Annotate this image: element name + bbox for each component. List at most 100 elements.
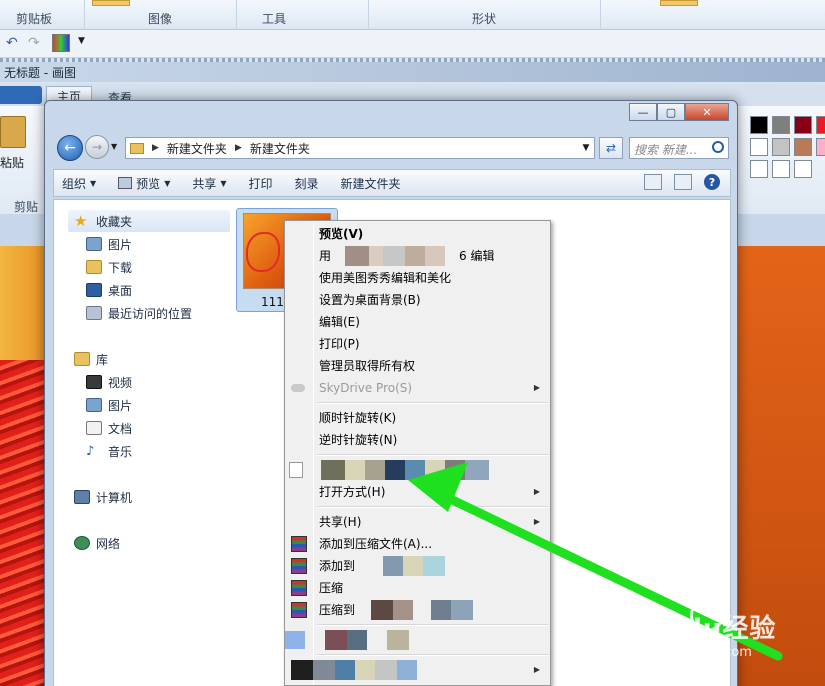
menu-item-compress-to[interactable]: 压缩到 bbox=[285, 599, 550, 621]
swatch-white[interactable] bbox=[750, 138, 768, 156]
swatch-empty-3[interactable] bbox=[794, 160, 812, 178]
search-input[interactable]: 搜索 新建... bbox=[629, 137, 729, 159]
paste-label[interactable]: 粘贴 bbox=[0, 154, 24, 171]
menu-item-open-with-app[interactable]: 用 6 编辑 bbox=[285, 245, 550, 267]
search-placeholder: 搜索 新建... bbox=[634, 143, 698, 157]
organize-button[interactable]: 组织 ▼ bbox=[62, 175, 96, 192]
nav-fav-pictures[interactable]: 图片 bbox=[86, 233, 132, 255]
address-row: ← → ▼ ▶ 新建文件夹 ▶ 新建文件夹 ▼ ⇄ 搜索 新建... bbox=[53, 131, 731, 165]
menu-item-edit[interactable]: 编辑(E) bbox=[285, 311, 550, 333]
menu-item-rotate-ccw[interactable]: 逆时针旋转(N) bbox=[285, 429, 550, 451]
add-to-label: 添加到 bbox=[319, 559, 356, 573]
menu-item-open-with[interactable]: 打开方式(H) ▶ bbox=[285, 481, 550, 503]
forward-icon[interactable]: → bbox=[85, 135, 109, 159]
close-button[interactable]: ✕ bbox=[685, 103, 729, 121]
burn-button[interactable]: 刻录 bbox=[295, 175, 319, 192]
blurred-text bbox=[291, 660, 417, 680]
new-folder-button[interactable]: 新建文件夹 bbox=[341, 175, 401, 192]
history-dropdown-icon[interactable]: ▼ bbox=[111, 142, 117, 151]
swatch-empty-1[interactable] bbox=[750, 160, 768, 178]
documents-icon bbox=[86, 421, 102, 435]
command-bar: 组织 ▼ 预览 ▼ 共享 ▼ 打印 刻录 新建文件夹 ? bbox=[53, 169, 731, 197]
paint-file-button[interactable] bbox=[0, 86, 42, 104]
swatch-red[interactable] bbox=[816, 116, 825, 134]
menu-item-share[interactable]: 共享(H) ▶ bbox=[285, 511, 550, 533]
address-dropdown-icon[interactable]: ▼ bbox=[577, 137, 595, 159]
nav-documents[interactable]: 文档 bbox=[86, 417, 132, 439]
print-button[interactable]: 打印 bbox=[249, 175, 273, 192]
nav-recent[interactable]: 最近访问的位置 bbox=[86, 302, 192, 324]
qat-dropdown-icon[interactable]: ▼ bbox=[78, 36, 85, 46]
share-button[interactable]: 共享 ▼ bbox=[192, 175, 226, 192]
submenu-arrow-icon: ▶ bbox=[533, 665, 540, 674]
skydrive-label: SkyDrive Pro(S) bbox=[319, 381, 413, 395]
winrar-icon bbox=[291, 580, 307, 596]
color-palette bbox=[748, 114, 825, 180]
libraries-icon bbox=[74, 352, 90, 366]
nav-favorites[interactable]: ★ 收藏夹 bbox=[68, 210, 230, 232]
compress-label: 压缩 bbox=[319, 581, 344, 595]
desktop-icon bbox=[86, 283, 102, 297]
breadcrumb-item-2[interactable]: 新建文件夹 bbox=[250, 140, 310, 157]
menu-item-add-archive[interactable]: 添加到压缩文件(A)... bbox=[285, 533, 550, 555]
nav-music[interactable]: ♪ 音乐 bbox=[86, 440, 132, 462]
menu-item-meitu[interactable]: 使用美图秀秀编辑和美化 bbox=[285, 267, 550, 289]
breadcrumb-separator-icon[interactable]: ▶ bbox=[152, 143, 159, 153]
swatch-darkred[interactable] bbox=[794, 116, 812, 134]
nav-videos[interactable]: 视频 bbox=[86, 371, 132, 393]
ribbon-group-tools: 工具 bbox=[262, 12, 287, 26]
menu-item-redacted-2[interactable] bbox=[285, 629, 550, 651]
menu-item-preview[interactable]: 预览(V) bbox=[285, 223, 550, 245]
undo-icon[interactable]: ↶ bbox=[6, 35, 18, 51]
menu-item-redacted-1[interactable] bbox=[285, 459, 550, 481]
open-with-app-prefix: 用 bbox=[319, 249, 332, 263]
paint-window-title: 无标题 - 画图 bbox=[4, 66, 76, 80]
nav-network[interactable]: 网络 bbox=[74, 532, 120, 554]
ribbon-highlight-2 bbox=[660, 0, 698, 6]
menu-item-redacted-3[interactable]: ▶ bbox=[285, 659, 550, 681]
swatch-lightgray[interactable] bbox=[772, 138, 790, 156]
preview-icon bbox=[118, 177, 133, 189]
winrar-icon bbox=[291, 558, 307, 574]
minimize-button[interactable]: — bbox=[629, 103, 657, 121]
paste-icon[interactable] bbox=[0, 116, 26, 148]
back-icon[interactable]: ← bbox=[57, 135, 83, 161]
swatch-pink[interactable] bbox=[816, 138, 825, 156]
swatch-black[interactable] bbox=[750, 116, 768, 134]
search-icon[interactable] bbox=[712, 141, 724, 153]
paint-ribbon-groups: 剪贴板 图像 工具 形状 bbox=[0, 0, 825, 30]
breadcrumb-separator-icon[interactable]: ▶ bbox=[235, 143, 242, 153]
color-icon[interactable] bbox=[52, 34, 70, 52]
nav-desktop[interactable]: 桌面 bbox=[86, 279, 132, 301]
menu-item-skydrive[interactable]: SkyDrive Pro(S) ▶ bbox=[285, 377, 550, 399]
nav-downloads[interactable]: 下载 bbox=[86, 256, 132, 278]
view-options-icon[interactable] bbox=[644, 174, 662, 190]
preview-pane-icon[interactable] bbox=[674, 174, 692, 190]
context-menu: 预览(V) 用 6 编辑 使用美图秀秀编辑和美化 设置为桌面背景(B) 编辑(E… bbox=[284, 220, 551, 686]
menu-item-add-to[interactable]: 添加到 bbox=[285, 555, 550, 577]
maximize-button[interactable]: ▢ bbox=[657, 103, 685, 121]
swatch-empty-2[interactable] bbox=[772, 160, 790, 178]
nav-lib-pictures-label: 图片 bbox=[108, 398, 133, 413]
refresh-icon[interactable]: ⇄ bbox=[599, 137, 623, 159]
redo-icon[interactable]: ↷ bbox=[28, 35, 40, 51]
menu-item-take-ownership[interactable]: 管理员取得所有权 bbox=[285, 355, 550, 377]
nav-computer[interactable]: 计算机 bbox=[74, 486, 132, 508]
breadcrumb-item-1[interactable]: 新建文件夹 bbox=[167, 140, 227, 157]
star-icon: ★ bbox=[74, 212, 88, 230]
swatch-gray[interactable] bbox=[772, 116, 790, 134]
menu-item-set-wallpaper[interactable]: 设置为桌面背景(B) bbox=[285, 289, 550, 311]
address-bar[interactable]: ▶ 新建文件夹 ▶ 新建文件夹 bbox=[125, 137, 595, 159]
menu-item-print[interactable]: 打印(P) bbox=[285, 333, 550, 355]
nav-libraries[interactable]: 库 bbox=[74, 348, 108, 370]
winrar-icon bbox=[291, 602, 307, 618]
nav-lib-pictures[interactable]: 图片 bbox=[86, 394, 132, 416]
menu-item-rotate-cw[interactable]: 顺时针旋转(K) bbox=[285, 407, 550, 429]
preview-button[interactable]: 预览 ▼ bbox=[118, 175, 170, 192]
quick-access-toolbar: ↶ ↷ ▼ bbox=[0, 30, 825, 58]
help-icon[interactable]: ? bbox=[704, 174, 720, 190]
blurred-text bbox=[371, 600, 473, 620]
swatch-brown[interactable] bbox=[794, 138, 812, 156]
menu-item-compress[interactable]: 压缩 bbox=[285, 577, 550, 599]
nav-downloads-label: 下载 bbox=[108, 260, 133, 275]
